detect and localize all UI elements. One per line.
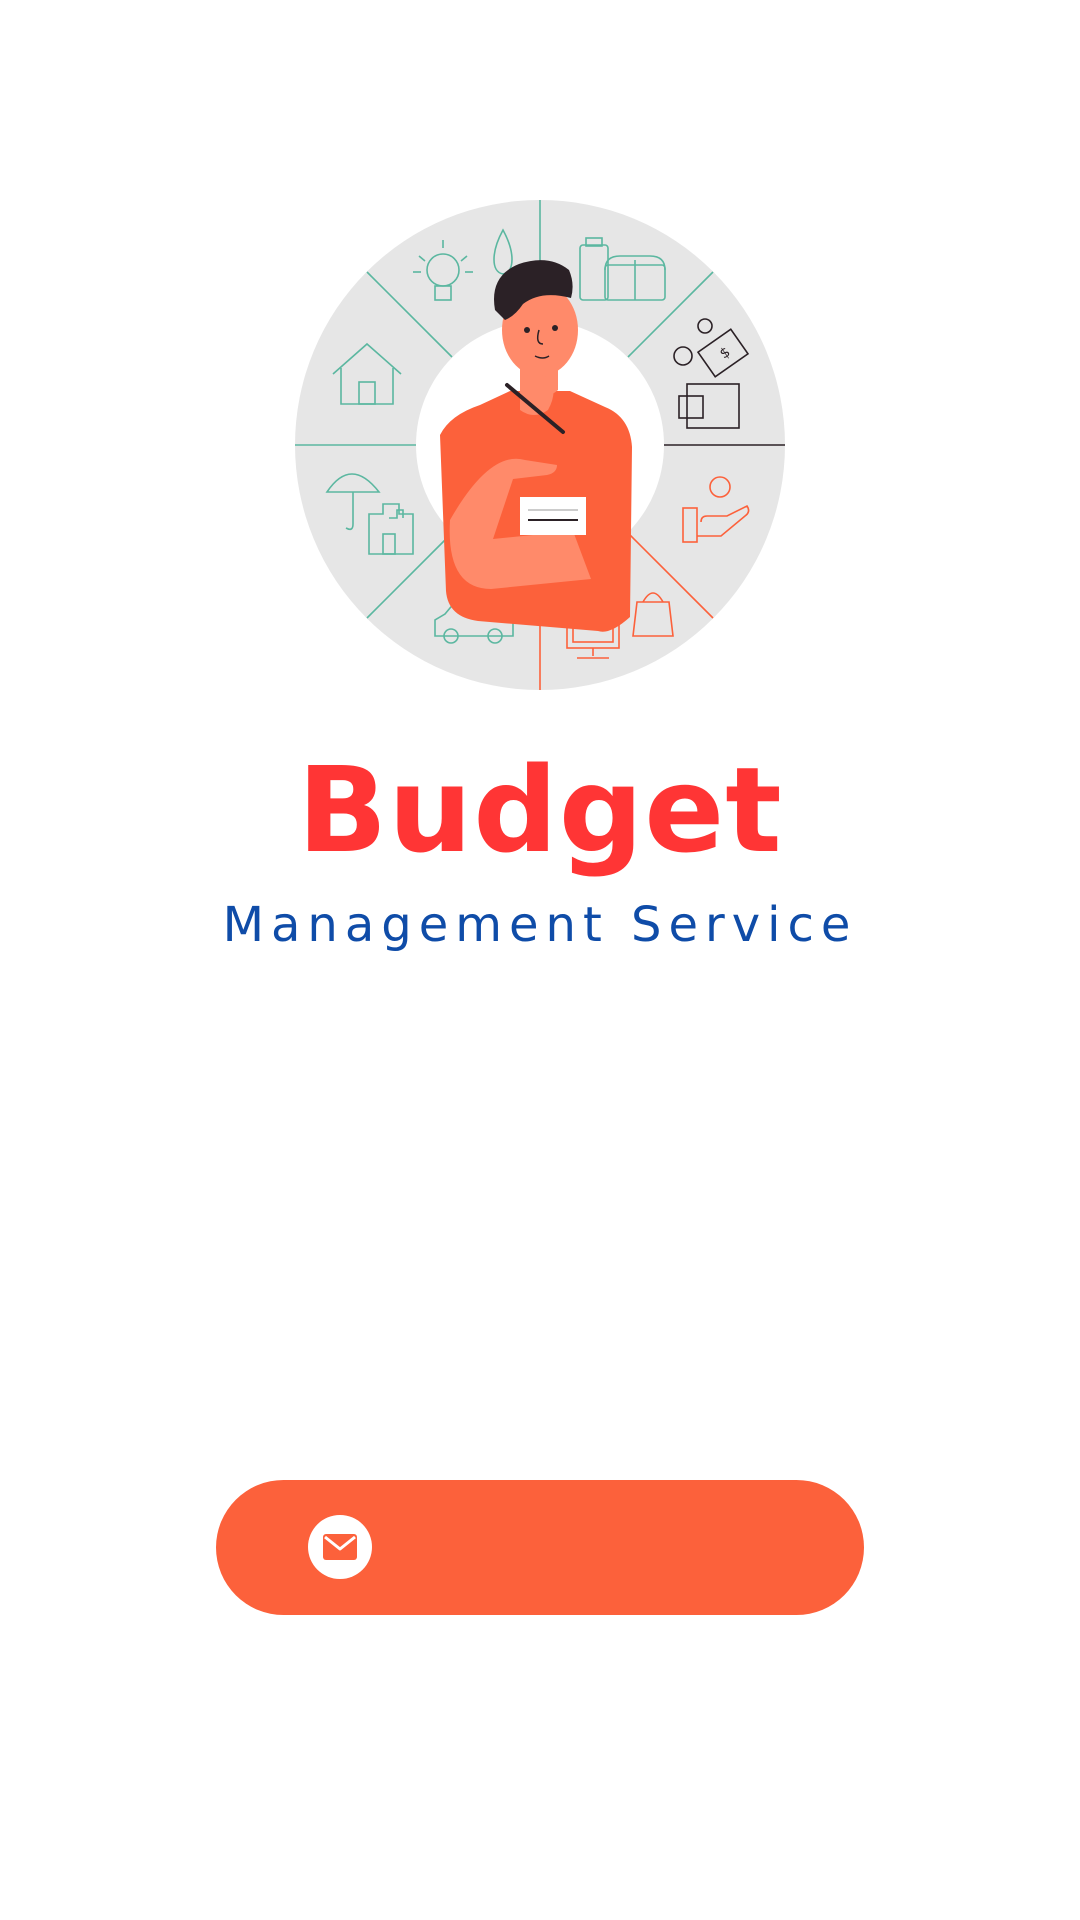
mail-icon bbox=[308, 1515, 372, 1579]
email-login-button[interactable] bbox=[216, 1480, 864, 1615]
app-subtitle: Management Service bbox=[222, 897, 858, 953]
email-button-label bbox=[406, 1480, 824, 1615]
app-title: Budget bbox=[297, 741, 783, 879]
budget-illustration: $ bbox=[295, 200, 785, 690]
